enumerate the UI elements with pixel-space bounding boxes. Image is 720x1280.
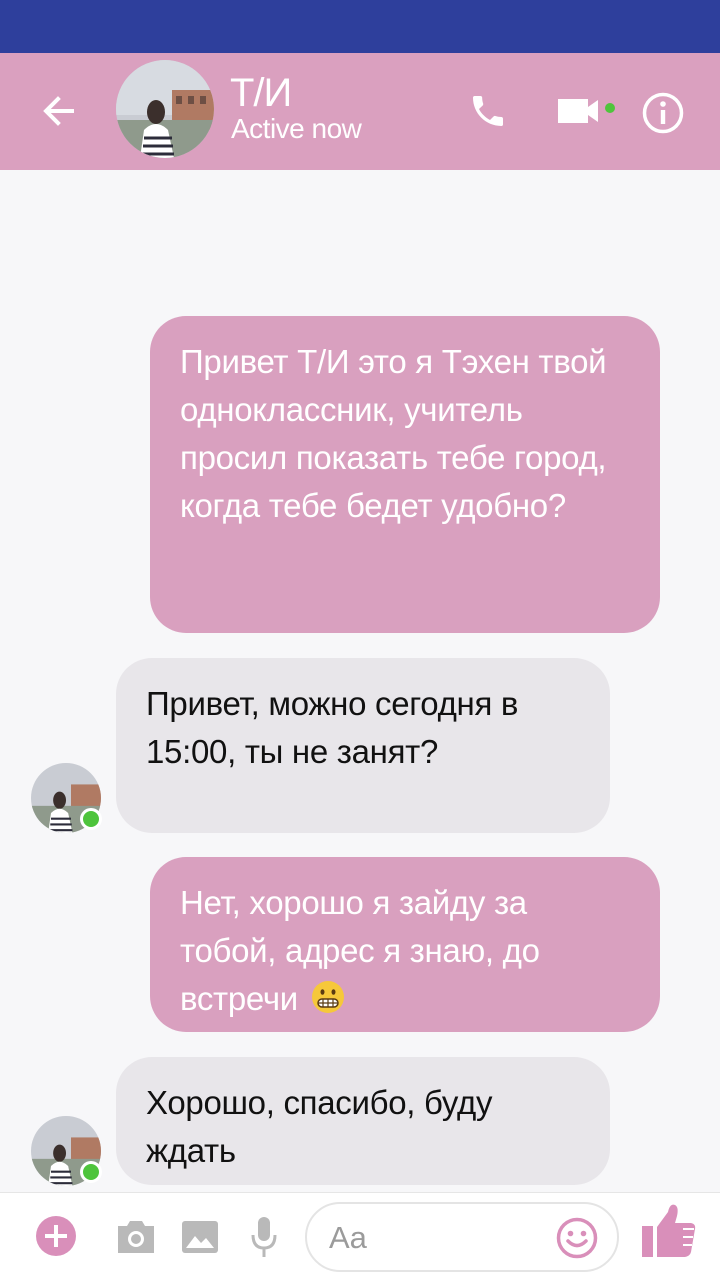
- back-arrow-icon: [43, 96, 74, 126]
- contact-avatar[interactable]: [116, 60, 214, 158]
- message-bubble-incoming[interactable]: Хорошо, спасибо, буду ждать: [116, 1057, 610, 1185]
- message-input-wrapper: [305, 1202, 619, 1272]
- microphone-icon: [251, 1217, 277, 1257]
- message-composer: [0, 1192, 720, 1280]
- camera-button[interactable]: [114, 1215, 158, 1259]
- plus-icon: [36, 1216, 76, 1256]
- info-button[interactable]: [638, 88, 688, 138]
- thumbs-up-icon: [642, 1204, 696, 1257]
- message-input[interactable]: [329, 1216, 549, 1260]
- phone-icon: [473, 96, 503, 126]
- contact-status: Active now: [231, 113, 362, 144]
- message-text: Нет, хорошо я зайду за тобой, адрес я зн…: [180, 884, 540, 1017]
- contact-name[interactable]: Т/И: [230, 73, 292, 113]
- info-icon: [642, 92, 684, 134]
- voice-message-button[interactable]: [248, 1213, 280, 1261]
- like-button[interactable]: [638, 1199, 700, 1261]
- video-call-button[interactable]: [550, 85, 620, 137]
- image-icon: [182, 1221, 218, 1253]
- voice-call-button[interactable]: [462, 85, 514, 137]
- conversation-header: Т/И Active now: [0, 53, 720, 170]
- message-bubble-outgoing[interactable]: Привет Т/И это я Тэхен твой одноклассник…: [150, 316, 660, 633]
- gallery-button[interactable]: [180, 1215, 220, 1259]
- camera-icon: [118, 1221, 154, 1253]
- online-indicator: [80, 808, 102, 830]
- message-text: Привет, можно сегодня в 15:00, ты не зан…: [146, 685, 519, 770]
- online-indicator: [80, 1161, 102, 1183]
- emoji-button[interactable]: [555, 1216, 599, 1260]
- smiley-icon: [556, 1217, 598, 1259]
- message-text: Хорошо, спасибо, буду ждать: [146, 1084, 493, 1169]
- message-bubble-outgoing[interactable]: Нет, хорошо я зайду за тобой, адрес я зн…: [150, 857, 660, 1032]
- back-button[interactable]: [34, 87, 82, 135]
- video-camera-icon: [558, 99, 615, 123]
- message-bubble-incoming[interactable]: Привет, можно сегодня в 15:00, ты не зан…: [116, 658, 610, 833]
- status-bar: [0, 0, 720, 53]
- grimacing-emoji-icon: [311, 981, 344, 1013]
- message-text: Привет Т/И это я Тэхен твой одноклассник…: [180, 343, 607, 524]
- more-actions-button[interactable]: [34, 1214, 78, 1258]
